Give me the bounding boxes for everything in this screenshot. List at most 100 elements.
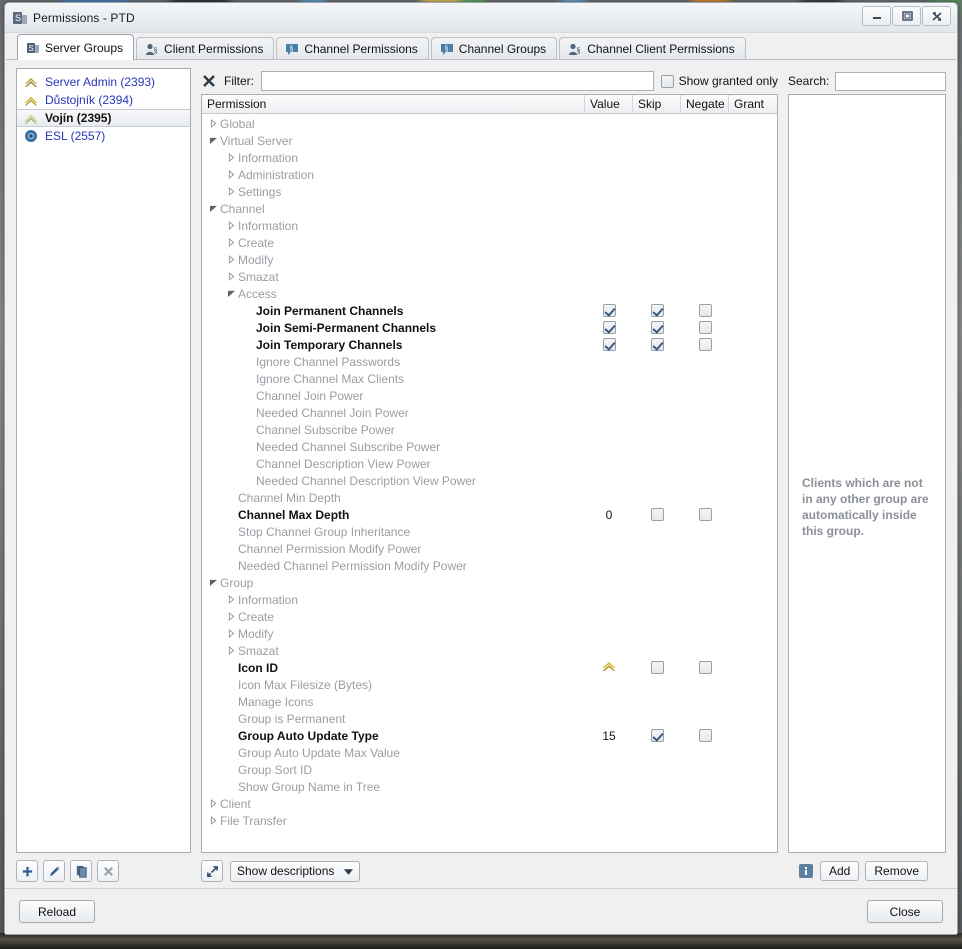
group-list-item[interactable]: Server Admin (2393)	[17, 73, 190, 91]
permission-row[interactable]: Information	[202, 591, 777, 608]
expand-triangle-icon[interactable]	[224, 221, 238, 230]
tab-channel-permissions[interactable]: § Channel Permissions	[276, 37, 429, 60]
permission-row[interactable]: Access	[202, 285, 777, 302]
permission-row[interactable]: Needed Channel Subscribe Power	[202, 438, 777, 455]
permission-row[interactable]: Group Auto Update Max Value	[202, 744, 777, 761]
tab-channel-client-permissions[interactable]: § Channel Client Permissions	[559, 37, 746, 60]
client-list[interactable]: Clients which are not in any other group…	[788, 94, 946, 853]
permissions-tree[interactable]: Permission Value Skip Negate Grant Globa…	[201, 94, 778, 853]
info-icon[interactable]	[798, 863, 814, 879]
permission-row[interactable]: Join Semi-Permanent Channels	[202, 319, 777, 336]
column-header-skip[interactable]: Skip	[633, 95, 681, 113]
maximize-button[interactable]	[892, 6, 921, 26]
permission-row[interactable]: File Transfer	[202, 812, 777, 829]
expand-triangle-icon[interactable]	[224, 170, 238, 179]
search-input[interactable]	[835, 71, 946, 91]
skip-checkbox[interactable]	[650, 338, 664, 351]
skip-checkbox[interactable]	[650, 508, 664, 521]
expand-triangle-icon[interactable]	[224, 153, 238, 162]
value-checkbox[interactable]	[602, 304, 616, 317]
minimize-button[interactable]	[862, 6, 891, 26]
permission-row[interactable]: Join Permanent Channels	[202, 302, 777, 319]
permission-row[interactable]: Icon Max Filesize (Bytes)	[202, 676, 777, 693]
permission-row[interactable]: Information	[202, 217, 777, 234]
skip-checkbox[interactable]	[650, 321, 664, 334]
permission-row[interactable]: Group Auto Update Type 15	[202, 727, 777, 744]
close-dialog-button[interactable]: Close	[867, 900, 943, 923]
group-list-item[interactable]: ESL (2557)	[17, 127, 190, 145]
permission-row[interactable]: Join Temporary Channels	[202, 336, 777, 353]
delete-group-button[interactable]	[97, 860, 119, 882]
column-header-permission[interactable]: Permission	[202, 95, 585, 113]
permission-row[interactable]: Needed Channel Permission Modify Power	[202, 557, 777, 574]
permission-row[interactable]: Needed Channel Description View Power	[202, 472, 777, 489]
group-list-item[interactable]: Důstojník (2394)	[17, 91, 190, 109]
reload-button[interactable]: Reload	[19, 900, 95, 923]
column-header-value[interactable]: Value	[585, 95, 633, 113]
expand-triangle-icon[interactable]	[224, 595, 238, 604]
permission-row[interactable]: Client	[202, 795, 777, 812]
permission-row[interactable]: Channel	[202, 200, 777, 217]
copy-group-button[interactable]	[70, 860, 92, 882]
remove-client-button[interactable]: Remove	[865, 861, 929, 881]
negate-checkbox[interactable]	[698, 661, 712, 674]
column-header-negate[interactable]: Negate	[681, 95, 729, 113]
permission-row[interactable]: Channel Max Depth 0	[202, 506, 777, 523]
close-button[interactable]	[922, 6, 951, 26]
expand-triangle-icon[interactable]	[224, 612, 238, 621]
negate-checkbox[interactable]	[698, 338, 712, 351]
edit-group-button[interactable]	[43, 860, 65, 882]
collapse-triangle-icon[interactable]	[224, 290, 238, 297]
permission-row[interactable]: Channel Min Depth	[202, 489, 777, 506]
permission-row[interactable]: Smazat	[202, 268, 777, 285]
permission-row[interactable]: Show Group Name in Tree	[202, 778, 777, 795]
permission-row[interactable]: Manage Icons	[202, 693, 777, 710]
clear-filter-icon[interactable]	[201, 73, 217, 89]
show-descriptions-dropdown[interactable]: Show descriptions	[230, 860, 361, 882]
permission-row[interactable]: Needed Channel Join Power	[202, 404, 777, 421]
negate-checkbox[interactable]	[698, 304, 712, 317]
collapse-triangle-icon[interactable]	[206, 205, 220, 212]
permission-row[interactable]: Administration	[202, 166, 777, 183]
permission-row[interactable]: Channel Subscribe Power	[202, 421, 777, 438]
filter-input[interactable]	[261, 71, 654, 91]
expand-triangle-icon[interactable]	[206, 799, 220, 808]
permission-row[interactable]: Settings	[202, 183, 777, 200]
permission-row[interactable]: Modify	[202, 625, 777, 642]
collapse-triangle-icon[interactable]	[206, 579, 220, 586]
expand-arrows-icon[interactable]	[201, 860, 223, 882]
permission-row[interactable]: Virtual Server	[202, 132, 777, 149]
expand-triangle-icon[interactable]	[224, 238, 238, 247]
add-client-button[interactable]: Add	[820, 861, 860, 881]
permission-row[interactable]: Group Sort ID	[202, 761, 777, 778]
add-group-button[interactable]	[16, 860, 38, 882]
expand-triangle-icon[interactable]	[206, 119, 220, 128]
tab-server-groups[interactable]: S Server Groups	[17, 34, 135, 60]
permission-row[interactable]: Create	[202, 608, 777, 625]
group-list-item-selected[interactable]: Vojín (2395)	[17, 109, 190, 127]
expand-triangle-icon[interactable]	[224, 646, 238, 655]
negate-checkbox[interactable]	[698, 508, 712, 521]
expand-triangle-icon[interactable]	[224, 272, 238, 281]
negate-checkbox[interactable]	[698, 321, 712, 334]
skip-checkbox[interactable]	[650, 729, 664, 742]
collapse-triangle-icon[interactable]	[206, 137, 220, 144]
permission-row[interactable]: Create	[202, 234, 777, 251]
skip-checkbox[interactable]	[650, 661, 664, 674]
permission-row[interactable]: Information	[202, 149, 777, 166]
expand-triangle-icon[interactable]	[206, 816, 220, 825]
permission-row[interactable]: Channel Join Power	[202, 387, 777, 404]
permission-row[interactable]: Group is Permanent	[202, 710, 777, 727]
permission-row[interactable]: Ignore Channel Passwords	[202, 353, 777, 370]
permission-row[interactable]: Channel Description View Power	[202, 455, 777, 472]
value-checkbox[interactable]	[602, 321, 616, 334]
expand-triangle-icon[interactable]	[224, 187, 238, 196]
tab-channel-groups[interactable]: § Channel Groups	[430, 37, 558, 60]
permission-row[interactable]: Channel Permission Modify Power	[202, 540, 777, 557]
permission-row[interactable]: Smazat	[202, 642, 777, 659]
expand-triangle-icon[interactable]	[224, 255, 238, 264]
permission-row[interactable]: Ignore Channel Max Clients	[202, 370, 777, 387]
permission-row[interactable]: Global	[202, 115, 777, 132]
value-checkbox[interactable]	[602, 338, 616, 351]
expand-triangle-icon[interactable]	[224, 629, 238, 638]
